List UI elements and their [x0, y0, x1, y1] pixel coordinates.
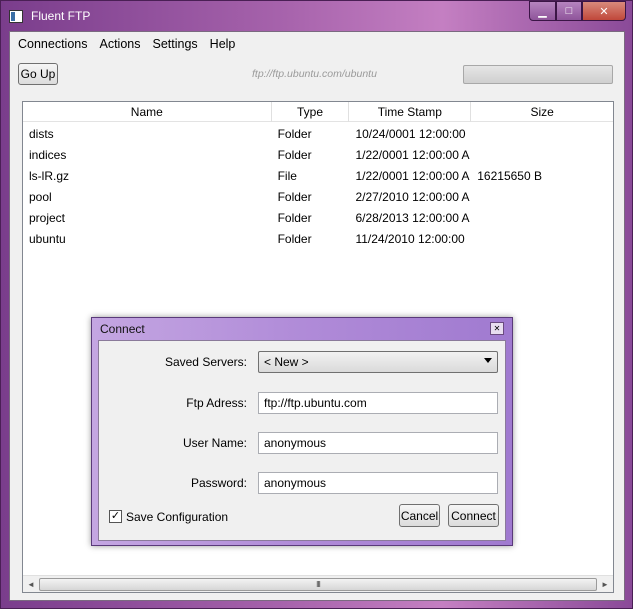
save-configuration-checkbox[interactable]: ✓	[109, 510, 122, 523]
column-header-type[interactable]: Type	[272, 102, 350, 122]
scroll-left-icon[interactable]: ◄	[23, 576, 39, 592]
row-size	[471, 123, 613, 144]
row-size	[471, 144, 613, 165]
row-name: indices	[29, 147, 67, 162]
row-timestamp: 1/22/0001 12:00:00 A	[355, 147, 470, 162]
transfer-progress-bar	[463, 65, 613, 84]
menu-help[interactable]: Help	[204, 37, 242, 51]
column-header-timestamp[interactable]: Time Stamp	[349, 102, 472, 122]
table-row[interactable]: dists Folder 10/24/0001 12:00:00	[23, 123, 613, 144]
dialog-title: Connect	[100, 322, 145, 336]
table-row[interactable]: indices Folder 1/22/0001 12:00:00 A	[23, 144, 613, 165]
row-type: Folder	[277, 210, 312, 225]
ftp-address-input[interactable]	[258, 392, 498, 414]
window-title: Fluent FTP	[31, 9, 91, 23]
row-name: dists	[29, 126, 54, 141]
connect-dialog: Connect ✕ Saved Servers: < New > Ftp Adr…	[91, 317, 513, 546]
row-timestamp: 11/24/2010 12:00:00	[355, 231, 465, 246]
row-name: ls-lR.gz	[29, 168, 70, 183]
table-row[interactable]: pool Folder 2/27/2010 12:00:00 A	[23, 186, 613, 207]
table-row[interactable]: ls-lR.gz File 1/22/0001 12:00:00 A 16215…	[23, 165, 613, 186]
horizontal-scrollbar[interactable]: ◄ III ►	[23, 575, 613, 592]
app-window: Fluent FTP ▁ □ ✕ Connections Actions Set…	[0, 0, 633, 609]
chevron-down-icon	[484, 358, 492, 363]
row-name: ubuntu	[29, 231, 66, 246]
row-type: Folder	[277, 231, 312, 246]
close-button[interactable]: ✕	[582, 1, 626, 21]
password-input[interactable]	[258, 472, 498, 494]
dialog-body: Saved Servers: < New > Ftp Adress: User …	[98, 340, 506, 541]
row-size	[471, 207, 613, 228]
table-row[interactable]: ubuntu Folder 11/24/2010 12:00:00	[23, 228, 613, 249]
row-timestamp: 6/28/2013 12:00:00 A	[355, 210, 470, 225]
cancel-button[interactable]: Cancel	[399, 504, 440, 527]
saved-servers-label: Saved Servers:	[164, 355, 247, 369]
column-header-name[interactable]: Name	[23, 102, 272, 122]
scroll-thumb[interactable]: III	[39, 577, 597, 591]
row-type: Folder	[277, 189, 312, 204]
row-timestamp: 2/27/2010 12:00:00 A	[355, 189, 470, 204]
password-label: Password:	[190, 476, 247, 490]
ftp-address-label: Ftp Adress:	[186, 396, 247, 410]
connect-button[interactable]: Connect	[448, 504, 499, 527]
dialog-close-icon[interactable]: ✕	[490, 322, 504, 335]
menu-settings[interactable]: Settings	[147, 37, 204, 51]
row-size	[471, 228, 613, 249]
window-controls: ▁ □ ✕	[529, 1, 626, 23]
scroll-right-icon[interactable]: ►	[597, 576, 613, 592]
table-row[interactable]: project Folder 6/28/2013 12:00:00 A	[23, 207, 613, 228]
saved-servers-select[interactable]: < New >	[258, 351, 498, 373]
row-size: 16215650 B	[477, 168, 542, 183]
column-header-size[interactable]: Size	[471, 102, 613, 122]
app-icon	[9, 10, 23, 23]
scroll-track[interactable]: III	[39, 577, 597, 591]
row-timestamp: 1/22/0001 12:00:00 A	[355, 168, 470, 183]
row-timestamp: 10/24/0001 12:00:00	[355, 126, 466, 141]
menu-actions[interactable]: Actions	[94, 37, 147, 51]
row-size	[471, 186, 613, 207]
list-header: Name Type Time Stamp Size	[23, 102, 613, 122]
menu-bar: Connections Actions Settings Help	[10, 32, 624, 56]
menu-connections[interactable]: Connections	[12, 37, 94, 51]
row-name: project	[29, 210, 66, 225]
row-type: File	[277, 168, 297, 183]
user-name-input[interactable]	[258, 432, 498, 454]
title-bar[interactable]: Fluent FTP ▁ □ ✕	[1, 1, 632, 31]
minimize-button[interactable]: ▁	[529, 1, 556, 21]
row-name: pool	[29, 189, 52, 204]
row-type: Folder	[277, 147, 312, 162]
saved-servers-value: < New >	[264, 355, 309, 369]
maximize-button[interactable]: □	[556, 1, 582, 21]
save-configuration-label[interactable]: Save Configuration	[126, 510, 228, 524]
go-up-button[interactable]: Go Up	[18, 63, 58, 85]
current-path: ftp://ftp.ubuntu.com/ubuntu	[252, 68, 377, 80]
user-name-label: User Name:	[182, 436, 247, 450]
row-type: Folder	[277, 126, 312, 141]
